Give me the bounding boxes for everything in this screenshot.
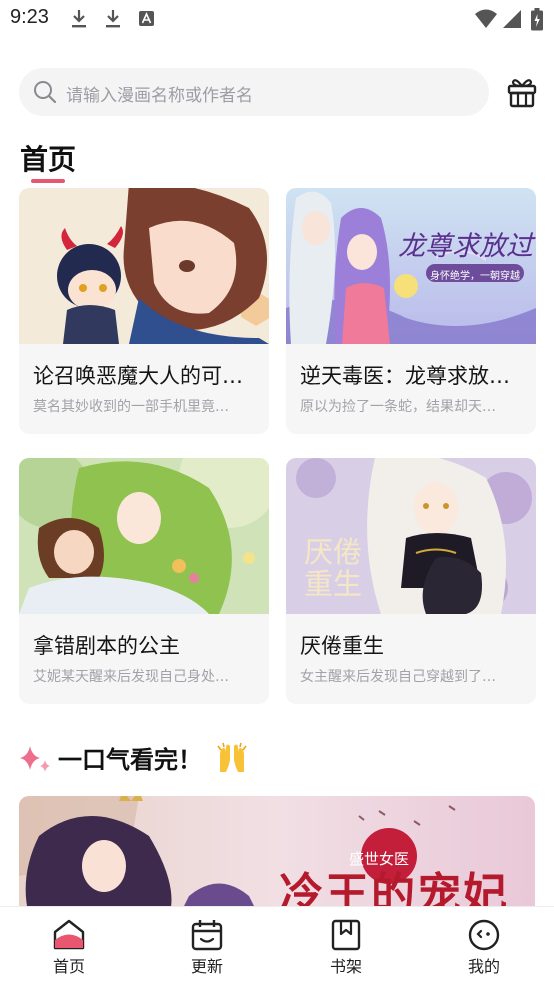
download-icon: [106, 10, 120, 28]
comic-card[interactable]: 厌倦 重生 厌倦重生 女主醒来后发现自己穿越到了…: [286, 458, 536, 704]
comic-title: 拿错剧本的公主: [33, 634, 180, 658]
calendar-icon: [191, 920, 223, 951]
comic-title: 逆天毒医：龙尊求放…: [300, 364, 510, 388]
bottom-navigation: 首页 更新 书架 我的: [0, 906, 554, 984]
raised-hands-emoji: [217, 742, 247, 772]
wifi-icon: [475, 9, 497, 28]
comic-description: 原以为捡了一条蛇，结果却天…: [300, 399, 496, 415]
comic-card[interactable]: 论召唤恶魔大人的可… 莫名其妙收到的一部手机里竟…: [19, 188, 269, 434]
sparkle-icon: [20, 746, 50, 772]
gift-box-icon[interactable]: [504, 74, 540, 110]
comic-cover: 厌倦 重生: [286, 458, 536, 614]
nav-item-home[interactable]: 首页: [34, 919, 104, 981]
download-icon: [72, 10, 86, 28]
battery-icon: [531, 8, 543, 31]
page-title: 首页: [20, 143, 77, 176]
status-bar: 9:23: [0, 0, 554, 40]
comic-description: 艾妮某天醒来后发现自己身处…: [33, 669, 229, 685]
home-icon: [53, 919, 85, 950]
comic-cover: [19, 458, 269, 614]
cellular-signal-icon: [503, 10, 521, 28]
comic-title: 论召唤恶魔大人的可…: [33, 364, 243, 388]
nav-label: 首页: [52, 957, 85, 976]
active-tab-indicator: [31, 179, 65, 183]
cover-title: 龙尊求放过: [398, 231, 533, 262]
comic-description: 莫名其妙收到的一部手机里竟…: [33, 399, 229, 415]
status-time: 9:23: [10, 6, 49, 28]
comic-cover: 龙尊求放过 身怀绝学，一朝穿越: [286, 188, 536, 344]
profile-icon: [468, 919, 500, 951]
search-input[interactable]: 请输入漫画名称或作者名: [19, 68, 489, 116]
cover-tagline: 身怀绝学，一朝穿越: [430, 271, 520, 282]
featured-banner[interactable]: 盛世女医 冷王的宠妃: [19, 796, 535, 916]
comic-cover: [19, 188, 269, 344]
cover-title: 厌倦 重生: [304, 535, 363, 601]
search-icon: [34, 81, 57, 104]
comic-title: 厌倦重生: [300, 634, 384, 658]
bookshelf-icon: [331, 919, 361, 951]
nav-item-updates[interactable]: 更新: [172, 919, 242, 981]
comic-card[interactable]: 拿错剧本的公主 艾妮某天醒来后发现自己身处…: [19, 458, 269, 704]
search-placeholder: 请输入漫画名称或作者名: [66, 86, 253, 106]
nav-label: 我的: [467, 957, 500, 976]
comic-description: 女主醒来后发现自己穿越到了…: [300, 669, 496, 685]
nav-label: 更新: [190, 957, 223, 976]
section-title: 一口气看完！: [58, 746, 202, 774]
comic-card[interactable]: 龙尊求放过 身怀绝学，一朝穿越 逆天毒医：龙尊求放… 原以为捡了一条蛇，结果却天…: [286, 188, 536, 434]
nav-label: 书架: [329, 957, 362, 976]
nav-item-bookshelf[interactable]: 书架: [311, 919, 381, 981]
font-app-icon: [139, 11, 154, 26]
nav-item-profile[interactable]: 我的: [449, 919, 519, 981]
